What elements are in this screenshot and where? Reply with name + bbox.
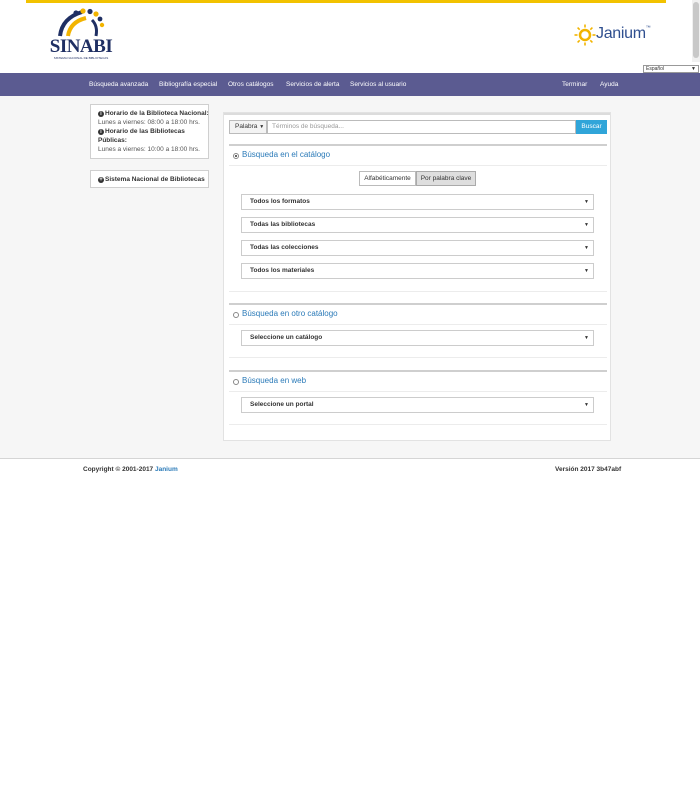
footer-version: Versión 2017 3b47abf [555, 466, 622, 473]
scrollbar-thumb[interactable] [693, 2, 699, 58]
sinabi-emblem-icon [58, 8, 105, 37]
top-accent-bar [26, 0, 666, 3]
chevron-down-icon: ▼ [584, 268, 589, 274]
web-search-section: Búsqueda en web Seleccione un portal ▼ [229, 370, 607, 426]
sun-icon [574, 24, 596, 46]
section-separator [229, 303, 607, 305]
sinabi-logo[interactable]: SINABI SISTEMA NACIONAL DE BIBLIOTECAS [48, 8, 114, 62]
nav-servicios-alerta[interactable]: Servicios de alerta [286, 73, 339, 96]
chevron-down-icon: ▼ [584, 402, 589, 408]
sinabi-link-label: Sistema Nacional de Bibliotecas [105, 176, 205, 183]
section-divider [229, 391, 607, 392]
chevron-down-icon: ▼ [259, 124, 265, 130]
panel-top-border [224, 113, 610, 115]
materials-select-value: Todos los materiales [250, 267, 315, 274]
section-divider [229, 165, 607, 166]
footer-divider [0, 458, 700, 459]
nav-bibliografia-especial[interactable]: Bibliografía especial [159, 73, 217, 96]
chevron-down-icon: ▼ [584, 222, 589, 228]
section-divider [229, 324, 607, 325]
nav-ayuda[interactable]: Ayuda [600, 73, 618, 96]
formats-select[interactable]: Todos los formatos ▼ [241, 194, 594, 210]
libraries-select-value: Todas las bibliotecas [250, 221, 316, 228]
hours-box: i Horario de la Biblioteca Nacional: Lune… [90, 104, 209, 159]
trademark-symbol: ™ [645, 25, 651, 31]
hours-public-label: Horario de las Bibliotecas [105, 128, 185, 135]
nav-terminar[interactable]: Terminar [562, 73, 587, 96]
main-navbar: Búsqueda avanzada Bibliografía especial … [0, 73, 700, 96]
web-section-title[interactable]: Búsqueda en web [242, 376, 306, 385]
catalog-section-title[interactable]: Búsqueda en el catálogo [242, 150, 330, 159]
section-separator [229, 370, 607, 372]
footer-copyright: Copyright © 2001-2017 Janium [83, 466, 178, 473]
other-catalog-section-title[interactable]: Búsqueda en otro catálogo [242, 309, 338, 318]
hours-public-heading-cont: Públicas: [98, 137, 127, 144]
libraries-select[interactable]: Todas las bibliotecas ▼ [241, 217, 594, 233]
hours-public-heading: i Horario de las Bibliotecas [98, 127, 185, 136]
chevron-down-icon: ▼ [584, 245, 589, 251]
header: SINABI SISTEMA NACIONAL DE BIBLIOTECAS J… [0, 0, 700, 73]
section-footer-line [229, 424, 607, 425]
materials-select[interactable]: Todos los materiales ▼ [241, 263, 594, 279]
search-type-dropdown[interactable]: Palabra ▼ [229, 120, 267, 134]
chevron-down-icon: ▼ [584, 335, 589, 341]
info-icon: i [98, 129, 104, 135]
chevron-down-icon: ▼ [691, 66, 696, 72]
collections-select[interactable]: Todas las colecciones ▼ [241, 240, 594, 256]
chevron-down-icon: ▼ [584, 199, 589, 205]
other-catalog-section: Búsqueda en otro catálogo Seleccione un … [229, 303, 607, 359]
sinabi-logo-text: SINABI [49, 36, 113, 57]
formats-select-value: Todos los formatos [250, 198, 310, 205]
search-button[interactable]: Buscar [576, 120, 607, 134]
janium-logo-text: Janium™ [596, 25, 651, 43]
copyright-text: Copyright © 2001-2017 [83, 466, 155, 473]
hours-national-heading: i Horario de la Biblioteca Nacional: [98, 109, 209, 118]
janium-logo-word: Janium [596, 25, 646, 42]
hours-public-value: Lunes a viernes: 10:00 a 18:00 hrs. [98, 146, 200, 153]
footer-janium-link[interactable]: Janium [155, 466, 178, 473]
sinabi-link[interactable]: + Sistema Nacional de Bibliotecas [98, 175, 205, 184]
portal-select-value: Seleccione un portal [250, 401, 314, 408]
collections-select-value: Todas las colecciones [250, 244, 319, 251]
catalog-select[interactable]: Seleccione un catálogo ▼ [241, 330, 594, 346]
hours-national-value: Lunes a viernes: 08:00 a 18:00 hrs. [98, 119, 200, 126]
hours-national-label: Horario de la Biblioteca Nacional: [105, 110, 209, 117]
web-radio[interactable] [233, 379, 239, 385]
search-type-label: Palabra [235, 123, 258, 130]
catalog-radio[interactable] [233, 153, 239, 159]
search-panel: Palabra ▼ Términos de búsqueda... Buscar… [223, 112, 611, 441]
section-footer-line [229, 291, 607, 292]
page-scrollbar[interactable] [692, 0, 700, 62]
sinabi-logo-subtitle: SISTEMA NACIONAL DE BIBLIOTECAS [53, 56, 109, 60]
nav-servicios-usuario[interactable]: Servicios al usuario [350, 73, 406, 96]
nav-otros-catalogos[interactable]: Otros catálogos [228, 73, 274, 96]
catalog-select-value: Seleccione un catálogo [250, 334, 323, 341]
language-select-value: Español [646, 66, 665, 72]
info-icon: i [98, 111, 104, 117]
section-footer-line [229, 357, 607, 358]
catalog-search-section: Búsqueda en el catálogo Alfabéticamente … [229, 144, 607, 293]
plus-circle-icon: + [98, 177, 104, 183]
search-input[interactable]: Términos de búsqueda... [267, 120, 576, 134]
alphabetical-toggle[interactable]: Alfabéticamente [359, 171, 416, 186]
language-select[interactable]: Español ▼ [643, 65, 699, 73]
janium-logo[interactable]: Janium™ [574, 24, 658, 48]
other-catalog-radio[interactable] [233, 312, 239, 318]
section-separator [229, 144, 607, 146]
portal-select[interactable]: Seleccione un portal ▼ [241, 397, 594, 413]
sinabi-link-box[interactable]: + Sistema Nacional de Bibliotecas [90, 170, 209, 188]
keyword-toggle[interactable]: Por palabra clave [416, 171, 476, 186]
nav-busqueda-avanzada[interactable]: Búsqueda avanzada [89, 73, 148, 96]
